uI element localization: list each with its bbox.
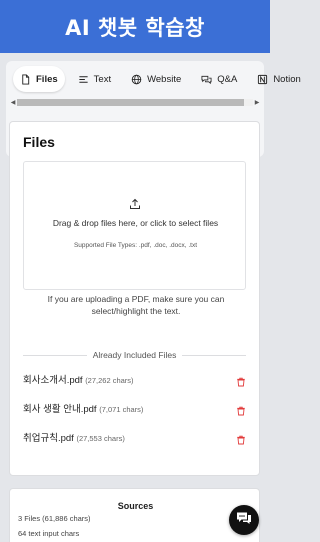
app-title: AI 챗봇 학습창 [65, 15, 205, 40]
file-row: 취업규칙.pdf (27,553 chars) [23, 430, 246, 445]
divider-line [23, 354, 87, 356]
scrollbar-thumb[interactable] [17, 99, 244, 106]
supported-file-types: Supported File Types: .pdf, .doc, .docx,… [73, 242, 198, 249]
sources-files-summary: 3 Files (61,886 chars) [18, 514, 91, 523]
app-banner: AI 챗봇 학습창 [0, 0, 270, 53]
file-char-count: (27,553 chars) [76, 434, 125, 443]
notion-icon [257, 74, 268, 85]
panel-title: Files [23, 134, 55, 150]
tab-website[interactable]: Website [124, 66, 188, 92]
tab-label: Files [36, 73, 58, 85]
chat-launcher-button[interactable] [229, 505, 259, 535]
main-shell: Files Text Website Q&A Notion ◀ ▶ Files … [0, 53, 301, 542]
upload-icon [129, 197, 141, 209]
included-files-label: Already Included Files [92, 350, 177, 360]
file-info: 회사소개서.pdf (27,262 chars) [23, 372, 134, 386]
pdf-note: If you are uploading a PDF, make sure yo… [47, 294, 225, 316]
chat-bubble-icon [236, 511, 252, 530]
tabs-horizontal-scrollbar[interactable]: ◀ ▶ [9, 98, 261, 107]
trash-icon[interactable] [236, 374, 246, 387]
file-dropzone[interactable]: Drag & drop files here, or click to sele… [23, 161, 246, 290]
divider-line [182, 354, 247, 356]
scroll-right-arrow-icon[interactable]: ▶ [253, 98, 261, 107]
tab-label: Text [93, 73, 112, 85]
scrollbar-track[interactable] [17, 99, 253, 106]
tab-qa[interactable]: Q&A [194, 66, 244, 92]
file-row: 회사 생활 안내.pdf (7,071 chars) [23, 401, 246, 416]
tab-files[interactable]: Files [13, 66, 65, 92]
chat-bubbles-icon [201, 74, 212, 85]
trash-icon[interactable] [236, 432, 246, 445]
file-name: 회사소개서.pdf [23, 375, 83, 386]
dropzone-instructions: Drag & drop files here, or click to sele… [52, 218, 219, 228]
file-name: 취업규칙.pdf [23, 433, 74, 444]
tab-text[interactable]: Text [71, 66, 118, 92]
text-lines-icon [78, 74, 89, 85]
trash-icon[interactable] [236, 403, 246, 416]
globe-icon [131, 74, 142, 85]
tab-notion[interactable]: Notion [250, 66, 307, 92]
file-char-count: (27,262 chars) [85, 376, 134, 385]
sources-text-summary: 64 text input chars [18, 529, 80, 538]
scroll-left-arrow-icon[interactable]: ◀ [9, 98, 17, 107]
file-icon [20, 73, 31, 85]
sources-panel: Sources 3 Files (61,886 chars) 64 text i… [9, 488, 260, 542]
tab-label: Website [147, 73, 182, 85]
file-char-count: (7,071 chars) [99, 405, 144, 414]
tab-label: Notion [273, 73, 301, 85]
file-row: 회사소개서.pdf (27,262 chars) [23, 372, 246, 387]
file-info: 취업규칙.pdf (27,553 chars) [23, 430, 125, 444]
included-files-divider: Already Included Files [23, 349, 247, 361]
source-tabs: Files Text Website Q&A Notion [13, 64, 301, 94]
file-info: 회사 생활 안내.pdf (7,071 chars) [23, 401, 143, 415]
sources-title: Sources [117, 501, 154, 511]
tab-label: Q&A [217, 73, 238, 85]
file-name: 회사 생활 안내.pdf [23, 404, 97, 415]
files-panel: Files Drag & drop files here, or click t… [9, 121, 260, 476]
